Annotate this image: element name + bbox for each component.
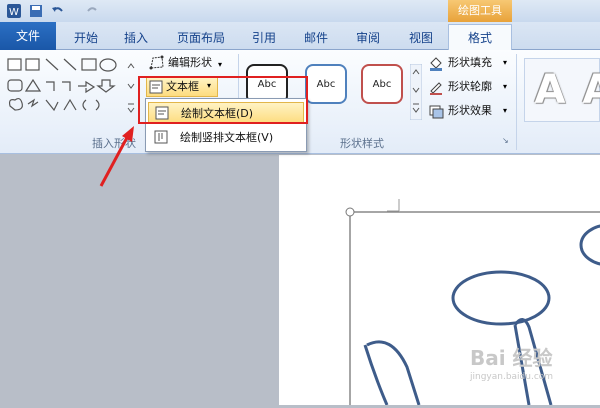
wordart-style-2[interactable]: A xyxy=(574,62,600,118)
wordart-style-1[interactable]: A xyxy=(526,62,574,118)
fill-chevron-icon[interactable]: ▾ xyxy=(503,58,507,67)
edit-shape-chevron-icon[interactable]: ▾ xyxy=(218,60,222,69)
tab-review[interactable]: 审阅 xyxy=(352,26,384,50)
vertical-textbox-icon xyxy=(154,130,168,144)
tab-file[interactable]: 文件 xyxy=(0,22,56,50)
effects-chevron-icon[interactable]: ▾ xyxy=(503,106,507,115)
tab-mailings[interactable]: 邮件 xyxy=(300,26,332,50)
tab-references[interactable]: 引用 xyxy=(248,26,280,50)
tab-page-layout[interactable]: 页面布局 xyxy=(172,26,230,50)
shape-fill-icon xyxy=(430,57,442,71)
shape-styles-group-label: 形状样式 xyxy=(340,137,384,150)
shape-style-red[interactable]: Abc xyxy=(361,64,403,104)
dialog-launcher-icon[interactable]: ↘ xyxy=(502,136,509,145)
shape-outline-icon xyxy=(430,82,442,95)
svg-text:W: W xyxy=(9,7,19,18)
shapes-gallery[interactable] xyxy=(6,56,128,118)
annotation-arrow-icon xyxy=(99,126,134,187)
watermark: Bai 经验 xyxy=(470,346,553,370)
word-icon: W xyxy=(7,4,21,18)
edit-shape-button[interactable]: 编辑形状 xyxy=(168,53,212,73)
title-bar: W 绘图工具 xyxy=(0,0,600,22)
outline-chevron-icon[interactable]: ▾ xyxy=(503,82,507,91)
redo-icon[interactable] xyxy=(84,3,100,19)
edit-shape-icon xyxy=(149,55,164,70)
shape-outline-button[interactable]: 形状轮廓 xyxy=(448,77,492,97)
undo-icon[interactable] xyxy=(50,3,66,19)
styles-scroll-icon[interactable] xyxy=(410,64,422,120)
shape-effects-button[interactable]: 形状效果 xyxy=(448,101,492,121)
group-divider xyxy=(516,54,517,150)
menu-draw-vertical-textbox-label: 绘制竖排文本框(V) xyxy=(180,131,274,144)
save-icon[interactable] xyxy=(28,3,44,19)
shape-fill-button[interactable]: 形状填充 xyxy=(448,53,492,73)
tab-insert[interactable]: 插入 xyxy=(118,26,154,50)
tab-format[interactable]: 格式 xyxy=(448,24,512,51)
shape-style-blue[interactable]: Abc xyxy=(305,64,347,104)
shape-effects-icon xyxy=(429,105,444,119)
drawing-tools-label: 绘图工具 xyxy=(448,0,512,22)
watermark-url: jingyan.baidu.com xyxy=(470,372,554,382)
menu-draw-vertical-textbox[interactable]: 绘制竖排文本框(V) xyxy=(148,127,304,149)
tab-view[interactable]: 视图 xyxy=(405,26,437,50)
gallery-scroll-icon[interactable] xyxy=(126,58,136,118)
tab-home[interactable]: 开始 xyxy=(70,26,102,50)
annotation-highlight-box xyxy=(138,76,308,124)
